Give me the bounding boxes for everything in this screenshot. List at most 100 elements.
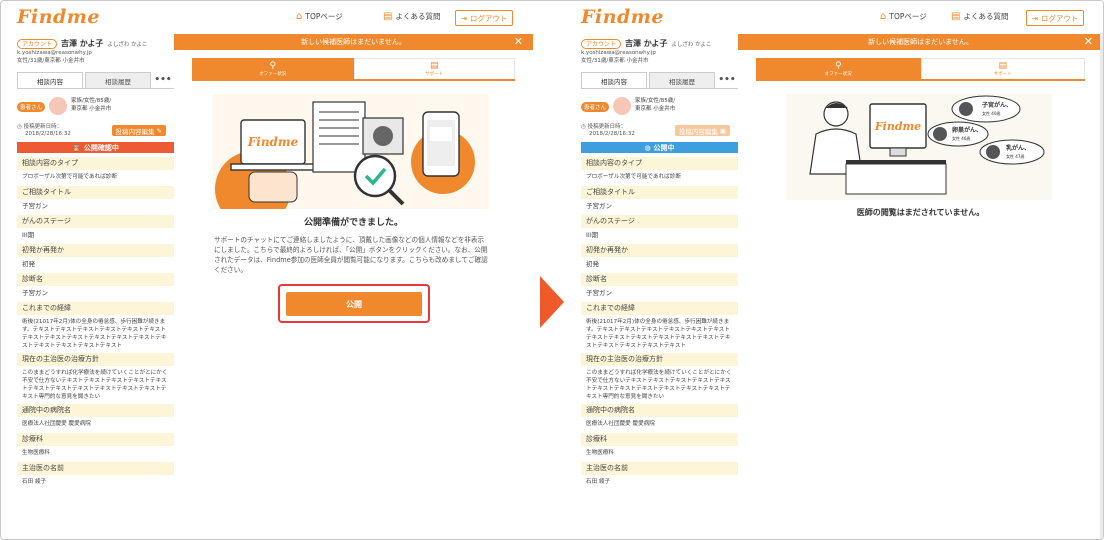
field-heading: 初発か再発か — [17, 244, 174, 257]
update-info: ◷ 投稿更新日時： 2018/2/28/16:32 投稿内容編集 ▣ — [581, 124, 738, 142]
globe-icon: ◍ — [644, 143, 651, 152]
content-area: Findme 公開準備ができました。 サポートのチャットにてご連絡しましたように… — [192, 83, 515, 539]
field-value: 子宮ガン — [22, 202, 48, 210]
avatar — [49, 97, 67, 115]
doctor-illustration: Findme 子宮がん、 女性 40歳 卵巣がん、 女性 46歳 乳がん、 女性… — [786, 94, 1052, 200]
ready-description: サポートのチャットにてご連絡しましたように、頂戴した画像などの個人情報などを非表… — [214, 236, 488, 274]
avatar — [613, 97, 631, 115]
field-value: III期 — [586, 231, 599, 239]
field-heading: 診断名 — [581, 273, 738, 286]
consultation-fields: 相談内容のタイプ プロボーザル次第で可能であれば診断 ご相談タイトル 子宮ガン … — [17, 155, 174, 489]
patient-info-line1: 家族/女性/85歳/ — [635, 98, 676, 104]
ready-title: 公開準備ができました。 — [303, 218, 403, 228]
main-tabs: ⚲ オファー状況 ▤ サポート — [192, 58, 515, 81]
bubble-sub: 女性 40歳 — [982, 110, 1000, 116]
field-heading: がんのステージ — [581, 215, 738, 228]
findme-logo[interactable]: Findme — [17, 6, 100, 28]
publish-button[interactable]: 公開 — [286, 292, 422, 316]
faq-link[interactable]: ▤ よくある質問 — [383, 11, 440, 22]
no-view-message: 医師の閲覧はまだされていません。 — [856, 208, 985, 217]
faq-link[interactable]: ▤ よくある質問 — [951, 11, 1008, 22]
account-name: 吉澤 かよ子 — [625, 39, 668, 48]
banner-text: 新しい候補医師はまだいません。 — [868, 38, 973, 46]
field-value: 生物医療科 — [586, 450, 614, 456]
tab-support[interactable]: ▤ サポート — [920, 58, 1085, 79]
tab-support[interactable]: ▤ サポート — [353, 58, 515, 79]
screen-before-publish: Findme ⌂ TOPページ ▤ よくある質問 ⇥ ログアウト アカウント 吉澤 か… — [3, 1, 533, 539]
tab-consult[interactable]: 相談内容 — [17, 72, 83, 88]
close-icon[interactable]: ✕ — [514, 34, 523, 50]
screen-logo: Findme — [874, 120, 921, 133]
close-icon[interactable]: ✕ — [1084, 34, 1093, 50]
account-name-kana: よしざわ かよこ — [107, 41, 148, 48]
field-value: III期 — [22, 231, 35, 239]
account-email: k.yoshizawa@reasonwhy.jp — [581, 50, 656, 56]
patient-tag: 患者さん — [581, 102, 609, 112]
header: Findme ⌂ TOPページ ▤ よくある質問 ⇥ ログアウト — [567, 1, 1103, 34]
field-heading: 相談内容のタイプ — [581, 157, 738, 170]
consultation-fields: 相談内容のタイプ プロボーザル次第で可能であれば診断 ご相談タイトル 子宮ガン … — [581, 155, 738, 489]
chat-icon: ▤ — [383, 11, 393, 22]
more-menu-button[interactable]: ••• — [717, 72, 737, 88]
field-heading: 相談内容のタイプ — [17, 157, 174, 170]
notice-banner: 新しい候補医師はまだいません。 ✕ — [738, 34, 1103, 50]
tab-history[interactable]: 相談履歴 — [85, 72, 151, 88]
chat-icon: ▤ — [951, 11, 961, 22]
field-value: 医療法人社団慶愛 慶愛病院 — [22, 421, 91, 427]
home-icon: ⌂ — [880, 11, 887, 22]
top-page-link[interactable]: ⌂ TOPページ — [296, 11, 343, 22]
person-icon: ⚲ — [269, 61, 277, 71]
field-heading: 初発か再発か — [581, 244, 738, 257]
status-badge: ◍ 公開中 — [581, 142, 738, 153]
logout-button[interactable]: ⇥ ログアウト — [455, 10, 513, 26]
main-tabs: ⚲ オファー状況 ▤ サポート — [756, 58, 1085, 81]
main-panel: 新しい候補医師はまだいません。 ✕ ⚲オファー状況 ▤サポート Findme — [174, 34, 533, 539]
account-badge: アカウント — [581, 38, 622, 49]
pencil-icon: ✎ — [156, 126, 162, 135]
field-value: このままどうすれば化学療法を続けていくことがとにかく不安で仕方ないテキストテキス… — [22, 370, 168, 400]
home-icon: ⌂ — [296, 11, 303, 22]
bubble-title: 卵巣がん、 — [952, 126, 982, 134]
clock-icon: ◷ — [17, 124, 22, 130]
updated-label: 投稿更新日時： — [23, 124, 63, 130]
field-heading: 診断名 — [17, 273, 174, 286]
more-menu-button[interactable]: ••• — [153, 72, 173, 88]
account-name-kana: よしざわ かよこ — [671, 41, 712, 48]
logout-button[interactable]: ⇥ ログアウト — [1026, 10, 1084, 26]
tab-history[interactable]: 相談履歴 — [649, 72, 715, 88]
edit-post-button[interactable]: 投稿内容編集 ✎ — [111, 125, 166, 136]
clock-icon: ◷ — [581, 124, 586, 130]
field-heading: 診療科 — [581, 433, 738, 446]
publish-illustration: Findme — [213, 94, 489, 209]
account-profile: 女性/31歳/東京都 小金井市 — [17, 58, 85, 64]
notice-banner: 新しい候補医師はまだいません。 ✕ — [174, 34, 533, 50]
patient-info-line2: 東京都 小金井市 — [71, 106, 112, 112]
field-heading: ご相談タイトル — [17, 186, 174, 199]
field-heading: がんのステージ — [17, 215, 174, 228]
tab-offer[interactable]: ⚲ オファー状況 — [192, 58, 354, 79]
field-value: 石田 綾子 — [586, 479, 611, 485]
edit-post-button[interactable]: 投稿内容編集 ▣ — [674, 125, 730, 136]
field-heading: 現在の主治医の治療方針 — [581, 353, 738, 366]
scrollbar[interactable] — [1100, 33, 1103, 539]
logout-icon: ⇥ — [1031, 13, 1038, 23]
person-icon: ⚲ — [834, 61, 842, 71]
field-value: 子宮ガン — [586, 202, 612, 210]
top-page-link[interactable]: ⌂ TOPページ — [880, 11, 927, 22]
patient-info-line1: 家族/女性/85歳/ — [71, 98, 112, 104]
tab-consult[interactable]: 相談内容 — [581, 72, 647, 88]
field-heading: 通院中の病院名 — [17, 404, 174, 417]
tab-divider — [581, 88, 738, 89]
field-heading: これまでの経緯 — [581, 302, 738, 315]
field-value: 初発 — [586, 260, 599, 268]
header: Findme ⌂ TOPページ ▤ よくある質問 ⇥ ログアウト — [3, 1, 533, 34]
field-heading: ご相談タイトル — [581, 186, 738, 199]
field-heading: 主治医の名前 — [581, 462, 738, 475]
chat-icon: ▤ — [998, 61, 1007, 71]
bubble-sub: 女性 47歳 — [1006, 153, 1024, 159]
doctor-illustration-svg: Findme 子宮がん、 女性 40歳 卵巣がん、 女性 46歳 乳がん、 女性… — [809, 95, 1045, 195]
account-badge: アカウント — [17, 38, 58, 49]
tab-offer[interactable]: ⚲ オファー状況 — [756, 58, 921, 79]
publish-illustration-svg: Findme — [215, 101, 475, 209]
findme-logo[interactable]: Findme — [581, 6, 664, 28]
